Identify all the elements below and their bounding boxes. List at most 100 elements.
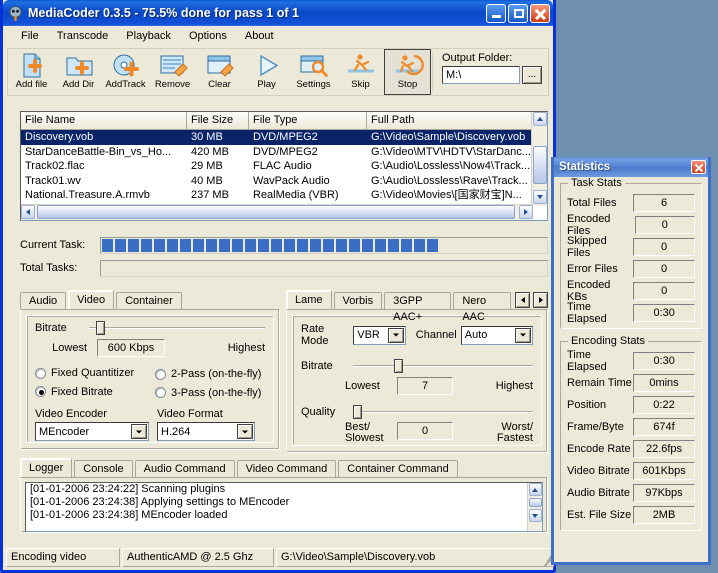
add-file-button[interactable]: Add file	[8, 49, 55, 95]
chevron-down-icon[interactable]	[131, 424, 147, 439]
tab-3gpp-aac-plus[interactable]: 3GPP AAC+	[384, 292, 451, 309]
scroll-up-button[interactable]	[533, 112, 547, 126]
title-bar: MediaCoder 0.3.5 - 75.5% done for pass 1…	[3, 0, 553, 26]
table-row[interactable]: Discovery.vob 30 MB DVD/MPEG2 G:\Video\S…	[21, 130, 547, 145]
tab-vorbis[interactable]: Vorbis	[334, 292, 383, 309]
play-button[interactable]: Play	[243, 49, 290, 95]
tab-scroll-left-button[interactable]	[515, 292, 530, 308]
skip-button[interactable]: Skip	[337, 49, 384, 95]
log-panel: Logger Console Audio Command Video Comma…	[20, 458, 548, 533]
scrollbar-thumb[interactable]	[529, 498, 542, 507]
table-row[interactable]: Track01.wv 40 MB WavPack Audio G:\Audio\…	[21, 174, 547, 189]
skip-label: Skip	[351, 80, 369, 90]
file-list[interactable]: File Name File Size File Type Full Path …	[20, 111, 548, 221]
slider-knob[interactable]	[394, 359, 403, 373]
scrollbar-thumb[interactable]	[533, 146, 547, 184]
stat-row: Frame/Byte674f	[567, 418, 695, 436]
clear-button[interactable]: Clear	[196, 49, 243, 95]
chevron-down-icon[interactable]	[237, 424, 253, 439]
total-tasks-progressbar	[100, 260, 548, 277]
stat-row: Total Files6	[567, 194, 695, 212]
add-track-button[interactable]: AddTrack	[102, 49, 149, 95]
channel-select[interactable]: Auto	[461, 326, 533, 345]
tab-container[interactable]: Container	[116, 292, 182, 309]
video-format-select[interactable]: H.264	[157, 422, 255, 441]
tab-video-command[interactable]: Video Command	[237, 460, 337, 477]
video-encoder-select[interactable]: MEncoder	[35, 422, 149, 441]
radio-dot	[155, 369, 166, 380]
tab-console[interactable]: Console	[74, 460, 132, 477]
column-header-file-type[interactable]: File Type	[249, 112, 367, 129]
tab-video[interactable]: Video	[68, 290, 114, 309]
stat-label: Encoded KBs	[567, 279, 633, 303]
tab-audio[interactable]: Audio	[20, 292, 66, 309]
radio-label: Fixed Bitrate	[51, 386, 113, 398]
slider-knob[interactable]	[353, 405, 362, 419]
column-header-file-name[interactable]: File Name	[21, 112, 187, 129]
minimize-button[interactable]	[486, 4, 506, 23]
chevron-down-icon[interactable]	[515, 328, 531, 343]
scrollbar-thumb[interactable]	[37, 205, 515, 219]
column-header-full-path[interactable]: Full Path	[367, 112, 547, 129]
statistics-close-button[interactable]	[691, 160, 706, 174]
rate-mode-label: Rate Mode	[301, 323, 349, 347]
file-list-horizontal-scrollbar[interactable]	[21, 204, 533, 220]
stat-row: Time Elapsed0:30	[567, 304, 695, 322]
audio-quality-value[interactable]: 0	[397, 422, 453, 440]
add-dir-button[interactable]: Add Dir	[55, 49, 102, 95]
radio-2-pass[interactable]: 2-Pass (on-the-fly)	[155, 367, 261, 382]
video-bitrate-value[interactable]: 600 Kbps	[97, 339, 165, 357]
menu-item-options[interactable]: Options	[181, 28, 235, 44]
output-folder-label: Output Folder:	[442, 52, 542, 64]
video-bitrate-slider[interactable]	[89, 321, 265, 335]
cell-file-name: Discovery.vob	[21, 130, 187, 145]
scroll-left-button[interactable]	[21, 205, 35, 219]
stop-button[interactable]: Stop	[384, 49, 431, 95]
tab-logger[interactable]: Logger	[20, 458, 72, 477]
file-list-vertical-scrollbar[interactable]	[531, 112, 547, 206]
menu-item-transcode[interactable]: Transcode	[49, 28, 117, 44]
column-header-file-size[interactable]: File Size	[187, 112, 249, 129]
encoding-stats-group: Encoding Stats Time Elapsed0:30 Remain T…	[560, 341, 702, 531]
menu-item-playback[interactable]: Playback	[118, 28, 179, 44]
remove-button[interactable]: Remove	[149, 49, 196, 95]
chevron-down-icon[interactable]	[388, 328, 404, 343]
log-output[interactable]: [01-01-2006 23:24:22] Scanning plugins […	[25, 482, 543, 532]
log-vertical-scrollbar[interactable]	[527, 483, 542, 531]
close-button[interactable]	[530, 4, 550, 23]
settings-button[interactable]: Settings	[290, 49, 337, 95]
radio-fixed-bitrate[interactable]: Fixed Bitrate	[35, 386, 113, 398]
radio-3-pass[interactable]: 3-Pass (on-the-fly)	[155, 386, 261, 401]
cell-full-path: G:\Video\Movies\[国家财宝]N...	[367, 188, 547, 203]
tab-container-command[interactable]: Container Command	[338, 460, 458, 477]
table-row[interactable]: National.Treasure.A.rmvb 237 MB RealMedi…	[21, 188, 547, 203]
menu-item-file[interactable]: File	[13, 28, 47, 44]
slider-knob[interactable]	[96, 321, 105, 335]
browse-folder-button[interactable]: ...	[522, 66, 542, 84]
add-dir-label: Add Dir	[63, 80, 95, 90]
task-stats-title: Task Stats	[568, 177, 625, 189]
scroll-down-button[interactable]	[529, 509, 542, 522]
table-row[interactable]: Track02.flac 29 MB FLAC Audio G:\Audio\L…	[21, 159, 547, 174]
tab-lame[interactable]: Lame	[286, 290, 332, 309]
audio-quality-slider[interactable]	[353, 405, 533, 419]
scroll-down-button[interactable]	[533, 190, 547, 204]
log-line: [01-01-2006 23:24:22] Scanning plugins	[26, 483, 542, 496]
rate-mode-select[interactable]: VBR	[353, 326, 406, 345]
tab-audio-command[interactable]: Audio Command	[135, 460, 235, 477]
stat-row: Encoded KBs0	[567, 282, 695, 300]
progress-chunk	[401, 239, 412, 252]
audio-bitrate-slider[interactable]	[353, 359, 533, 373]
maximize-button[interactable]	[508, 4, 528, 23]
output-folder-input[interactable]: M:\	[442, 66, 520, 84]
table-row[interactable]: StarDanceBattle-Bin_vs_Ho... 420 MB DVD/…	[21, 145, 547, 160]
scroll-right-button[interactable]	[519, 205, 533, 219]
window-controls	[486, 4, 551, 23]
radio-fixed-quantitizer[interactable]: Fixed Quantitizer	[35, 367, 134, 379]
audio-bitrate-value[interactable]: 7	[397, 377, 453, 395]
tab-nero-aac[interactable]: Nero AAC	[453, 292, 511, 309]
tab-scroll-right-button[interactable]	[533, 292, 548, 308]
scroll-up-button[interactable]	[529, 483, 542, 496]
video-tabstrip: Audio Video Container	[20, 290, 280, 309]
menu-item-about[interactable]: About	[237, 28, 282, 44]
